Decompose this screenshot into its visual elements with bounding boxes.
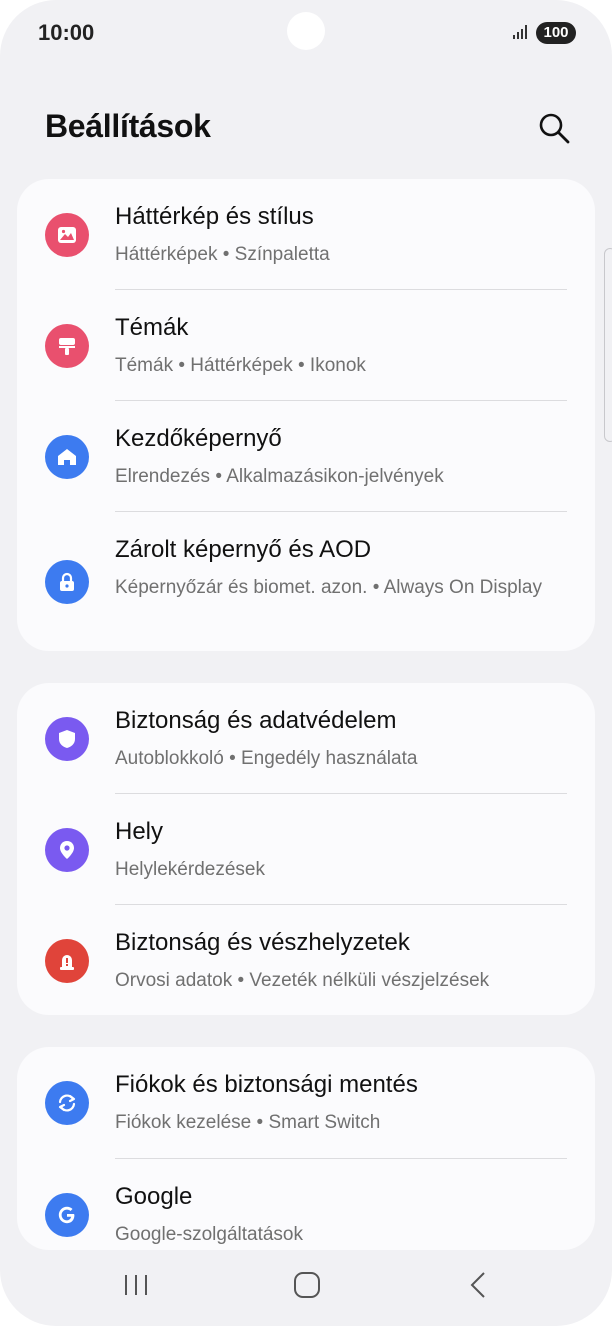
search-icon[interactable] [536, 110, 572, 146]
status-bar: 10:00 100 [0, 0, 612, 64]
recents-icon[interactable] [122, 1270, 150, 1300]
phone-screen: 10:00 100 Beállítások Háttérkép és stílu… [0, 0, 612, 1326]
divider [115, 400, 567, 401]
wallpaper-icon [45, 213, 89, 257]
item-title: Fiókok és biztonsági mentés [115, 1071, 418, 1098]
page-title: Beállítások [45, 108, 211, 144]
item-title: Kezdőképernyő [115, 425, 282, 452]
divider [115, 904, 567, 905]
settings-item-lock-screen[interactable]: Zárolt képernyő és AOD Képernyőzár és bi… [17, 536, 595, 636]
item-subtitle: Háttérképek • Színpaletta [115, 244, 330, 265]
settings-group-security: Biztonság és adatvédelem Autoblokkoló • … [17, 683, 595, 1015]
item-subtitle: Autoblokkoló • Engedély használata [115, 748, 418, 769]
item-title: Háttérkép és stílus [115, 203, 314, 230]
scroll-indicator[interactable] [604, 248, 612, 442]
settings-group-display: Háttérkép és stílus Háttérképek • Színpa… [17, 179, 595, 651]
settings-item-google[interactable]: Google Google-szolgáltatások [17, 1183, 595, 1250]
item-subtitle: Orvosi adatok • Vezeték nélküli vészjelz… [115, 970, 490, 991]
google-icon [45, 1193, 89, 1237]
item-subtitle: Fiókok kezelése • Smart Switch [115, 1112, 381, 1133]
settings-item-themes[interactable]: Témák Témák • Háttérképek • Ikonok [17, 314, 595, 404]
item-subtitle: Témák • Háttérképek • Ikonok [115, 355, 366, 376]
settings-item-safety-emergency[interactable]: Biztonság és vészhelyzetek Orvosi adatok… [17, 929, 595, 1015]
signal-bars-icon [513, 25, 527, 39]
lock-icon [45, 560, 89, 604]
battery-indicator: 100 [536, 22, 576, 44]
divider [115, 511, 567, 512]
home-icon [45, 435, 89, 479]
divider [115, 793, 567, 794]
item-title: Hely [115, 818, 164, 845]
item-title: Biztonság és vészhelyzetek [115, 929, 410, 956]
back-icon[interactable] [466, 1270, 492, 1300]
settings-item-wallpaper[interactable]: Háttérkép és stílus Háttérképek • Színpa… [17, 203, 595, 293]
item-subtitle: Google-szolgáltatások [115, 1224, 303, 1245]
paint-roller-icon [45, 324, 89, 368]
item-title: Témák [115, 314, 189, 341]
item-subtitle: Képernyőzár és biomet. azon. • Always On… [115, 577, 542, 598]
status-time: 10:00 [38, 20, 95, 45]
settings-item-accounts-backup[interactable]: Fiókok és biztonsági mentés Fiókok kezel… [17, 1071, 595, 1161]
settings-item-security-privacy[interactable]: Biztonság és adatvédelem Autoblokkoló • … [17, 707, 595, 797]
settings-item-location[interactable]: Hely Helylekérdezések [17, 818, 595, 908]
shield-icon [45, 717, 89, 761]
item-title: Zárolt képernyő és AOD [115, 536, 372, 563]
item-subtitle: Elrendezés • Alkalmazásikon-jelvények [115, 466, 444, 487]
sync-icon [45, 1081, 89, 1125]
navigation-bar [0, 1250, 612, 1326]
location-pin-icon [45, 828, 89, 872]
item-title: Biztonság és adatvédelem [115, 707, 397, 734]
settings-group-accounts: Fiókok és biztonsági mentés Fiókok kezel… [17, 1047, 595, 1250]
item-subtitle: Helylekérdezések [115, 859, 265, 880]
home-button-icon[interactable] [292, 1270, 322, 1300]
item-title: Google [115, 1183, 193, 1210]
divider [115, 289, 567, 290]
divider [115, 1158, 567, 1159]
emergency-siren-icon [45, 939, 89, 983]
front-camera-cutout [287, 12, 325, 50]
settings-item-home-screen[interactable]: Kezdőképernyő Elrendezés • Alkalmazásiko… [17, 425, 595, 515]
